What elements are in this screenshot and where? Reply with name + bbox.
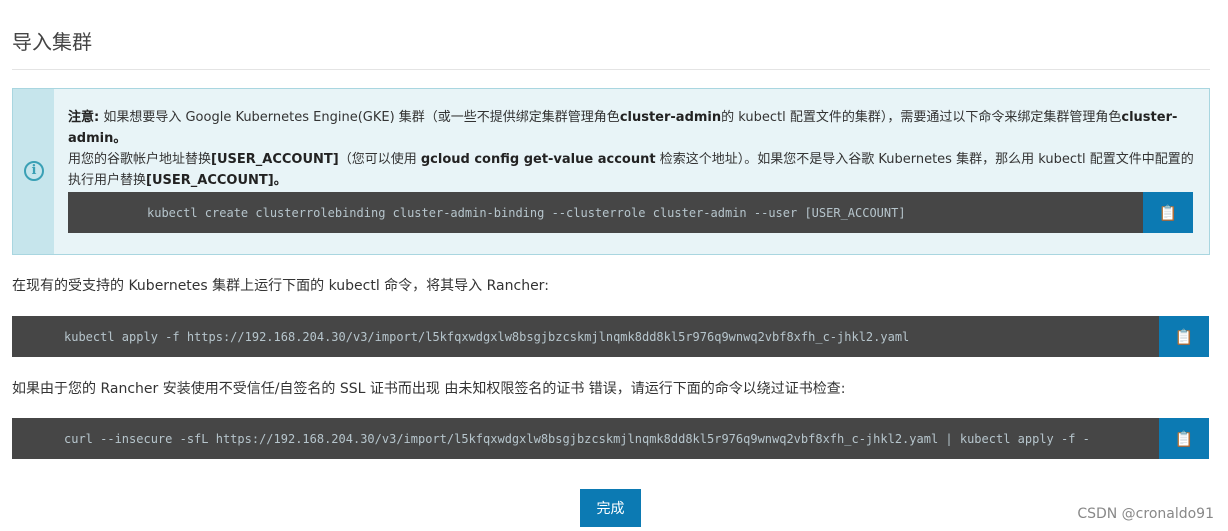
clipboard-copy-icon: 📋 <box>1174 327 1194 346</box>
done-button[interactable]: 完成 <box>580 489 641 527</box>
note-bold-5: [USER_ACCOUNT]。 <box>146 173 287 188</box>
title-divider <box>12 69 1210 70</box>
copy-import-command-button[interactable]: 📋 <box>1159 316 1209 357</box>
clipboard-copy-icon: 📋 <box>1158 203 1178 222</box>
note-text: 注意: 如果想要导入 Google Kubernetes Engine(GKE)… <box>68 107 1198 191</box>
import-instruction: 在现有的受支持的 Kubernetes 集群上运行下面的 kubectl 命令，… <box>12 278 549 294</box>
insecure-command[interactable]: curl --insecure -sfL https://192.168.204… <box>64 418 1090 459</box>
watermark: CSDN @cronaldo91 <box>1077 506 1214 522</box>
info-circle-icon: i <box>24 161 44 181</box>
note-bold-4: gcloud config get-value account <box>420 152 656 167</box>
note-label: 注意: <box>68 110 100 125</box>
clusterrolebinding-command-block[interactable]: kubectl create clusterrolebinding cluste… <box>68 192 1193 233</box>
note-text-1: 如果想要导入 Google Kubernetes Engine(GKE) 集群（… <box>99 110 620 125</box>
clipboard-copy-icon: 📋 <box>1174 429 1194 448</box>
insecure-command-block[interactable]: curl --insecure -sfL https://192.168.204… <box>12 418 1209 459</box>
copy-clusterrolebinding-button[interactable]: 📋 <box>1143 192 1193 233</box>
page-title: 导入集群 <box>12 30 92 54</box>
note-bold-1: cluster-admin <box>619 110 722 125</box>
insecure-instruction: 如果由于您的 Rancher 安装使用不受信任/自签名的 SSL 证书而出现 由… <box>12 381 846 397</box>
import-command[interactable]: kubectl apply -f https://192.168.204.30/… <box>64 316 909 357</box>
note-text-4: （您可以使用 <box>338 152 421 167</box>
copy-insecure-command-button[interactable]: 📋 <box>1159 418 1209 459</box>
clusterrolebinding-command[interactable]: kubectl create clusterrolebinding cluste… <box>147 192 906 233</box>
note-text-3: 用您的谷歌帐户地址替换 <box>68 152 212 167</box>
note-text-2: 的 kubectl 配置文件的集群），需要通过以下命令来绑定集群管理角色 <box>721 110 1122 125</box>
note-bold-3: [USER_ACCOUNT] <box>211 152 339 167</box>
import-command-block[interactable]: kubectl apply -f https://192.168.204.30/… <box>12 316 1209 357</box>
